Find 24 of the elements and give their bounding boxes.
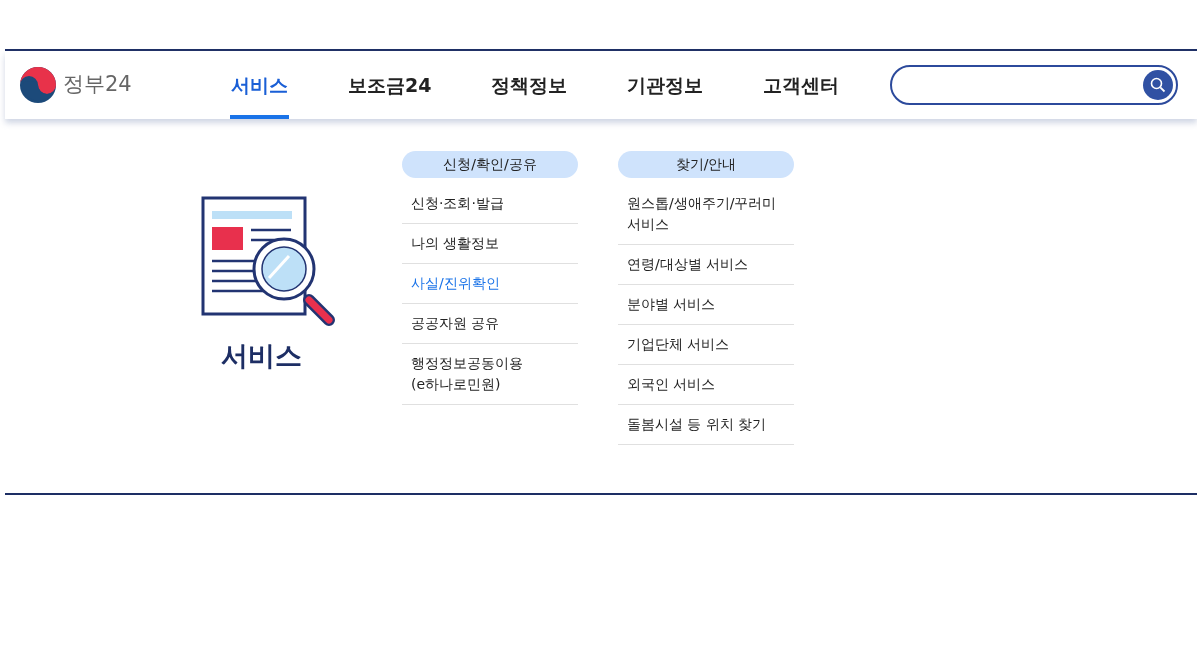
search-field[interactable]	[890, 65, 1179, 105]
menu-link[interactable]: 행정정보공동이용 (e하나로민원)	[402, 344, 578, 404]
nav-tab[interactable]: 고객센터	[762, 51, 841, 119]
menu-link[interactable]: 기업단체 서비스	[618, 325, 794, 364]
menu-link[interactable]: 돌봄시설 등 위치 찾기	[618, 405, 794, 444]
search-icon	[1150, 77, 1167, 93]
nav-tab[interactable]: 정책정보	[490, 51, 569, 119]
nav-tab[interactable]: 기관정보	[626, 51, 705, 119]
menu-link[interactable]: 원스톱/생애주기/꾸러미 서비스	[618, 184, 794, 244]
nav-tab[interactable]: 보조금24	[347, 51, 433, 119]
logo-icon	[19, 66, 57, 104]
search-button[interactable]	[1143, 70, 1174, 100]
menu-link[interactable]: 공공자원 공유	[402, 304, 578, 343]
group-heading: 찾기/안내	[618, 151, 794, 178]
section-title: 서비스	[220, 339, 302, 373]
menu-link[interactable]: 연령/대상별 서비스	[618, 245, 794, 284]
menu-link[interactable]: 분야별 서비스	[618, 285, 794, 324]
menu-link[interactable]: 사실/진위확인	[402, 264, 578, 303]
nav-tab[interactable]: 서비스	[230, 51, 289, 119]
menu-link[interactable]: 신청·조회·발급	[402, 184, 578, 223]
menu-link[interactable]: 외국인 서비스	[618, 365, 794, 404]
menu-link[interactable]: 나의 생활정보	[402, 224, 578, 263]
group-heading: 신청/확인/공유	[402, 151, 578, 178]
logo-text[interactable]: 정부24	[63, 69, 132, 101]
